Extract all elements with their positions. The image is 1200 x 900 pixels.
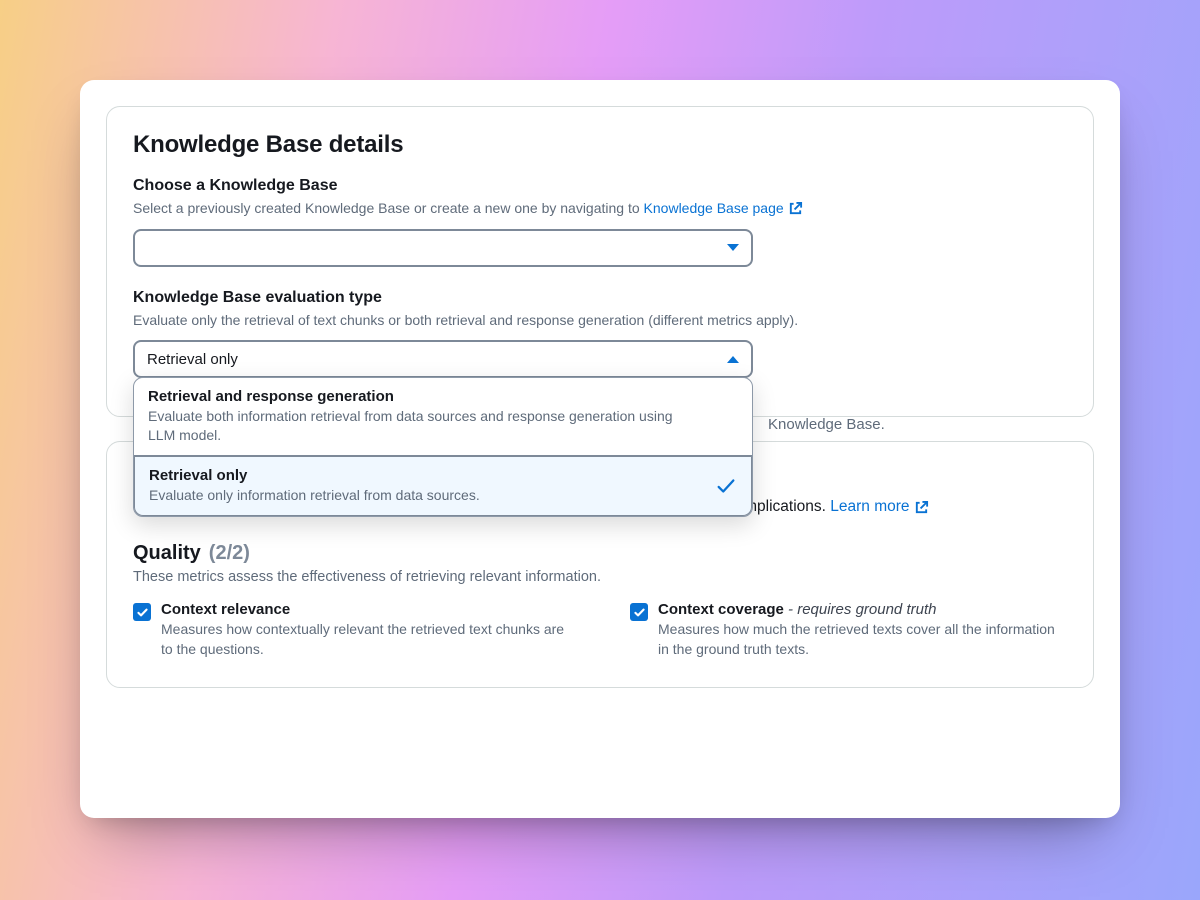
metric-context-relevance: Context relevance Measures how contextua… xyxy=(133,601,570,659)
caret-down-icon xyxy=(727,244,739,251)
eval-option-0-desc: Evaluate both information retrieval from… xyxy=(148,407,738,445)
check-icon xyxy=(136,606,149,619)
eval-type-label: Knowledge Base evaluation type xyxy=(133,289,1067,307)
external-link-icon xyxy=(788,201,803,216)
eval-option-retrieval-only[interactable]: Retrieval only Evaluate only information… xyxy=(133,455,753,517)
eval-type-field: Knowledge Base evaluation type Evaluate … xyxy=(133,289,1067,379)
kb-select[interactable] xyxy=(133,229,753,267)
caret-up-icon xyxy=(727,356,739,363)
eval-type-select[interactable]: Retrieval only xyxy=(133,340,753,378)
quality-title-row: Quality (2/2) xyxy=(133,542,1067,565)
eval-option-0-title: Retrieval and response generation xyxy=(148,388,738,405)
check-icon xyxy=(715,475,737,497)
kb-page-link[interactable]: Knowledge Base page xyxy=(644,199,803,219)
eval-option-1-title: Retrieval only xyxy=(149,467,737,484)
choose-kb-desc-text: Select a previously created Knowledge Ba… xyxy=(133,200,644,216)
metric-1-desc: Measures how much the retrieved texts co… xyxy=(658,620,1067,659)
metric-0-desc: Measures how contextually relevant the r… xyxy=(161,620,570,659)
quality-count: (2/2) xyxy=(209,542,250,565)
kb-page-link-text: Knowledge Base page xyxy=(644,199,784,219)
choose-kb-desc: Select a previously created Knowledge Ba… xyxy=(133,199,1067,219)
kb-details-panel: Knowledge Base details Choose a Knowledg… xyxy=(106,106,1094,417)
config-card: Knowledge Base details Choose a Knowledg… xyxy=(80,80,1120,818)
metrics-grid: Context relevance Measures how contextua… xyxy=(133,601,1067,659)
learn-more-link[interactable]: Learn more xyxy=(830,498,928,516)
check-icon xyxy=(633,606,646,619)
kb-details-title: Knowledge Base details xyxy=(133,131,1067,159)
eval-type-select-value: Retrieval only xyxy=(147,351,238,368)
choose-kb-field: Choose a Knowledge Base Select a previou… xyxy=(133,177,1067,267)
learn-more-text: Learn more xyxy=(830,498,909,516)
eval-type-dropdown: Retrieval and response generation Evalua… xyxy=(133,377,753,517)
eval-option-retrieval-and-generation[interactable]: Retrieval and response generation Evalua… xyxy=(134,378,752,456)
eval-type-hint: Knowledge Base. xyxy=(769,416,885,433)
metric-1-name: Context coverage - requires ground truth xyxy=(658,601,1067,618)
eval-type-desc: Evaluate only the retrieval of text chun… xyxy=(133,311,1067,331)
external-link-icon xyxy=(914,500,929,515)
choose-kb-label: Choose a Knowledge Base xyxy=(133,177,1067,195)
metric-context-coverage: Context coverage - requires ground truth… xyxy=(630,601,1067,659)
context-coverage-checkbox[interactable] xyxy=(630,603,648,621)
context-relevance-checkbox[interactable] xyxy=(133,603,151,621)
metric-0-name: Context relevance xyxy=(161,601,570,618)
quality-desc: These metrics assess the effectiveness o… xyxy=(133,569,1067,585)
quality-title: Quality xyxy=(133,542,201,565)
eval-option-1-desc: Evaluate only information retrieval from… xyxy=(149,486,737,505)
